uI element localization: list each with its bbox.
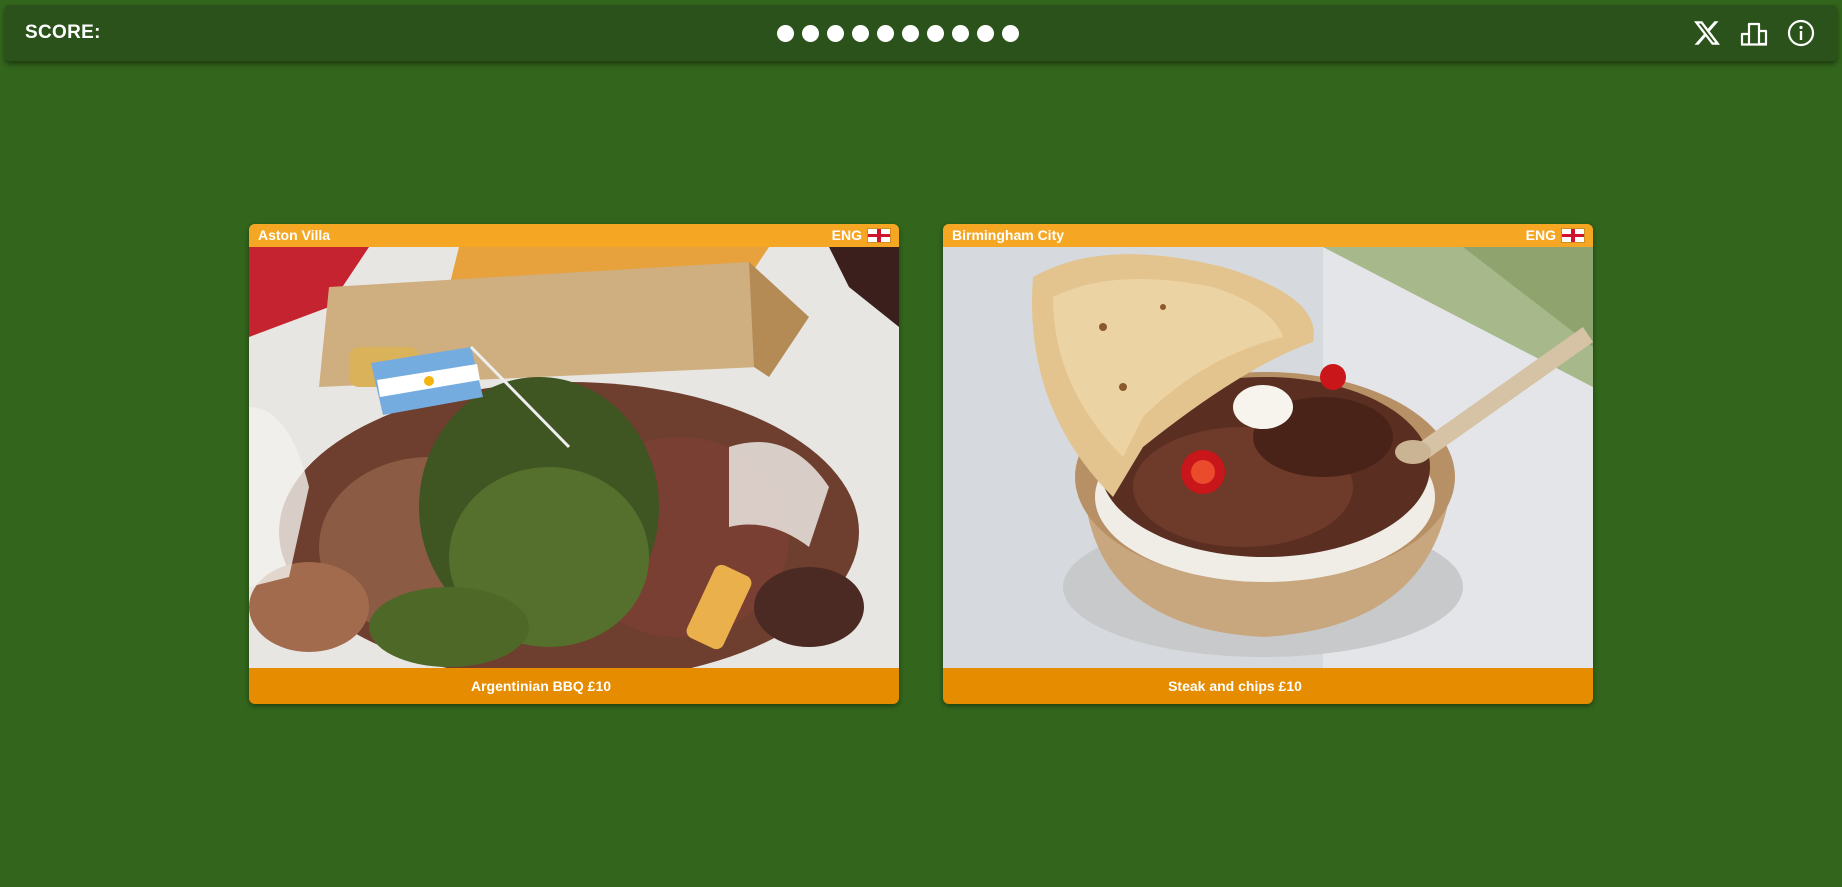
england-flag-icon [1562, 229, 1584, 242]
progress-dot [877, 25, 894, 42]
food-photo [249, 247, 899, 668]
club-name: Birmingham City [952, 227, 1065, 243]
progress-dot [977, 25, 994, 42]
top-bar: SCORE: [5, 5, 1837, 61]
country-code: ENG [831, 227, 862, 243]
progress-dot [952, 25, 969, 42]
country-tag: ENG [832, 224, 890, 247]
progress-dot [827, 25, 844, 42]
header-icons [1676, 17, 1817, 49]
progress-dot [902, 25, 919, 42]
food-photo [943, 247, 1593, 668]
club-name: Aston Villa [258, 227, 331, 243]
progress-dot [802, 25, 819, 42]
x-logo-icon[interactable] [1691, 17, 1723, 49]
card-header: Birmingham City ENG [943, 224, 1593, 247]
card-footer: Steak and chips £10 [943, 668, 1593, 704]
progress-dot [852, 25, 869, 42]
progress-dot [1002, 25, 1019, 42]
leaderboard-icon[interactable] [1738, 17, 1770, 49]
dish-caption: Argentinian BBQ £10 [470, 678, 612, 694]
food-card-birmingham-city[interactable]: Birmingham City ENG Steak and chips £10 [943, 224, 1593, 704]
food-card-aston-villa[interactable]: Aston Villa ENG Argentinian BBQ £10 [249, 224, 899, 704]
progress-dot [927, 25, 944, 42]
progress-dot [777, 25, 794, 42]
progress-dots [777, 25, 1027, 42]
country-tag: ENG [1526, 224, 1584, 247]
england-flag-icon [868, 229, 890, 242]
score-label: SCORE: [25, 22, 101, 43]
card-footer: Argentinian BBQ £10 [249, 668, 899, 704]
info-icon[interactable] [1785, 17, 1817, 49]
country-code: ENG [1525, 227, 1556, 243]
card-header: Aston Villa ENG [249, 224, 899, 247]
dish-caption: Steak and chips £10 [1168, 678, 1302, 694]
